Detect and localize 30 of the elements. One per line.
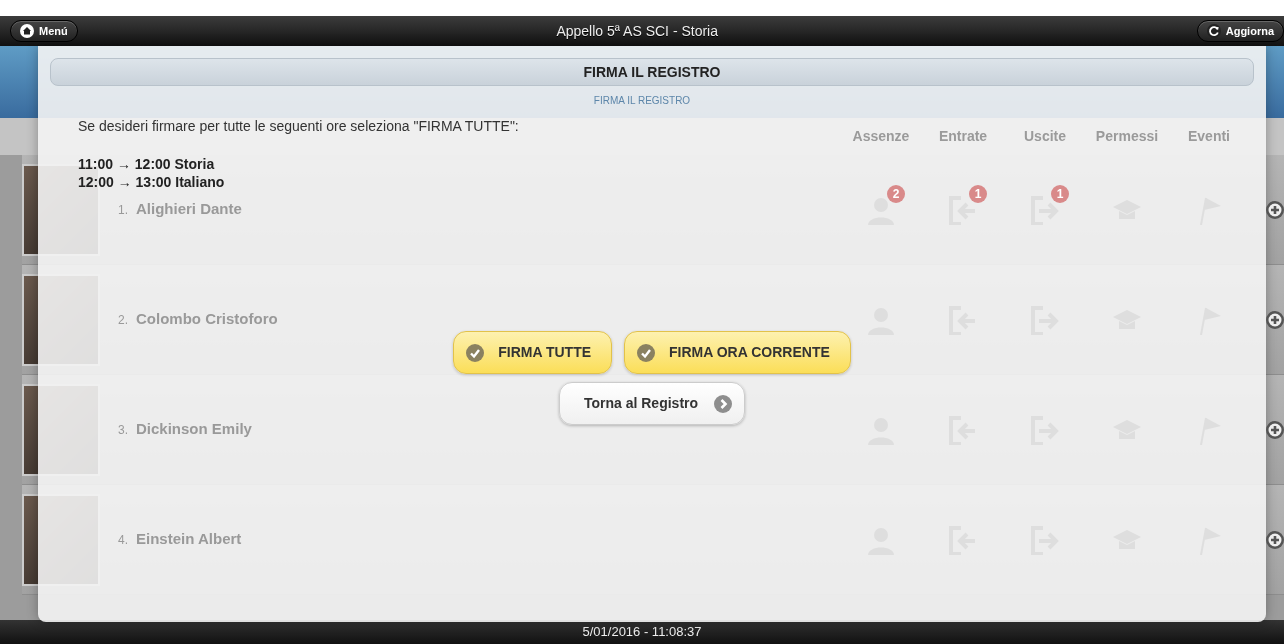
- column-header: Assenze: [851, 127, 911, 146]
- column-header: Uscite: [1023, 127, 1067, 146]
- hour-line: 12:00 → 13:00 Italiano: [78, 173, 226, 191]
- home-icon: [20, 24, 34, 38]
- dialog-message: Se desideri firmare per tutte le seguenti ore seleziona "FIRMA TUTTE":: [78, 117, 519, 136]
- column-header: Eventi: [1187, 127, 1231, 146]
- add-icon[interactable]: [1266, 420, 1284, 439]
- hour-line: 11:00 → 12:00 Storia: [78, 155, 216, 173]
- row-number: 4.: [118, 532, 128, 550]
- check-icon: [637, 343, 656, 362]
- row-number: 3.: [118, 422, 128, 440]
- row-number: 2.: [118, 312, 128, 330]
- check-icon: [466, 343, 485, 362]
- back-button[interactable]: Torna al Registro: [558, 382, 746, 425]
- dialog-title: FIRMA IL REGISTRO: [50, 58, 1254, 86]
- row-number: 1.: [118, 202, 128, 220]
- menu-button[interactable]: Menú: [10, 19, 78, 43]
- add-icon[interactable]: [1266, 310, 1284, 329]
- page-title: Appello 5ª AS SCI - Storia: [556, 21, 719, 41]
- add-icon[interactable]: [1266, 200, 1284, 219]
- refresh-button[interactable]: Aggiorna: [1196, 19, 1284, 43]
- refresh-icon: [1206, 24, 1221, 38]
- date-time: 5/01/2016 - 11:08:37: [582, 623, 702, 642]
- chevron-right-icon: [714, 394, 733, 413]
- column-header: Entrate: [937, 127, 989, 146]
- subheader-title: FIRMA IL REGISTRO: [593, 94, 691, 108]
- sign-button[interactable]: FIRMA TUTTE: [453, 331, 613, 374]
- column-header: Permessi: [1094, 127, 1160, 146]
- add-icon[interactable]: [1266, 530, 1284, 549]
- sign-button[interactable]: FIRMA ORA CORRENTE: [624, 331, 851, 374]
